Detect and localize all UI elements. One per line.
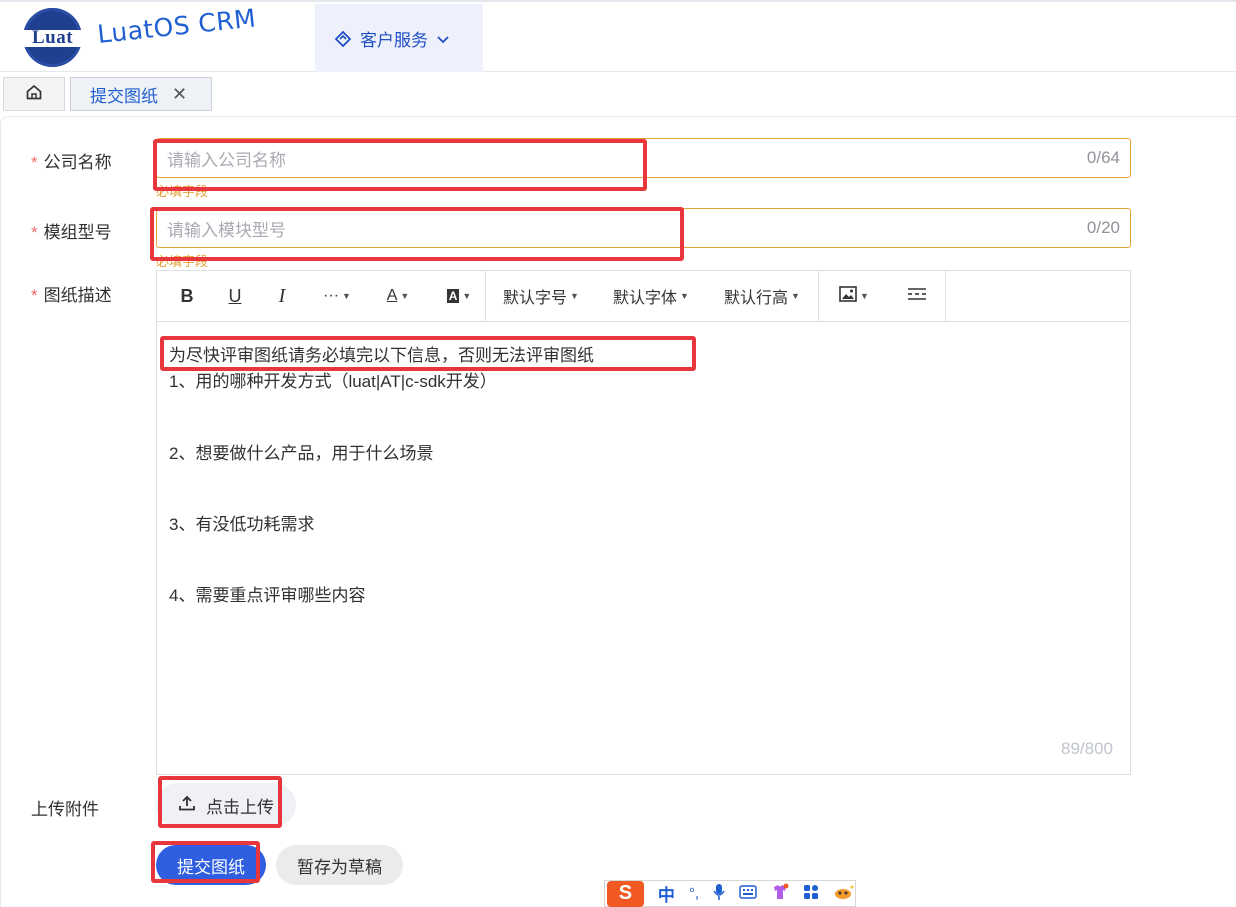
editor-line-5: 4、需要重点评审哪些内容 [169, 586, 366, 605]
keyboard-icon[interactable] [739, 884, 757, 903]
upload-icon [178, 794, 196, 817]
tab-bar: 提交图纸 ✕ [0, 72, 1236, 116]
description-label: * 图纸描述 [31, 286, 112, 305]
more-styles-button[interactable]: ··· ▼ [311, 271, 363, 322]
divider-button[interactable] [889, 271, 945, 322]
customer-service-label: 客户服务 [360, 31, 428, 50]
company-name-count: 0/64 [1086, 148, 1120, 167]
background-color-button[interactable]: A ▼ [433, 271, 485, 322]
tab-home[interactable] [3, 77, 65, 111]
logo-text: Luat [31, 27, 74, 48]
editor-line-4: 3、有没低功耗需求 [169, 515, 315, 534]
editor-line-3: 2、想要做什么产品，用于什么场景 [169, 444, 434, 463]
font-color-label: A [386, 287, 398, 304]
customer-service-menu[interactable]: 客户服务 [315, 4, 483, 73]
line-height-label: 默认行高 [724, 290, 789, 307]
skin-icon[interactable] [771, 883, 789, 905]
chevron-down-icon [436, 32, 450, 46]
save-draft-button[interactable]: 暂存为草稿 [276, 845, 403, 885]
apps-icon[interactable] [803, 884, 819, 904]
bold-button[interactable]: B [157, 271, 217, 322]
insert-image-button[interactable]: ▼ [819, 271, 889, 322]
luat-logo: Luat [23, 8, 82, 67]
model-label: * 模组型号 [31, 223, 112, 242]
font-size-label: 默认字号 [503, 290, 568, 307]
tab-submit-drawing-label: 提交图纸 [90, 86, 158, 106]
model-input[interactable]: 请输入模块型号 0/20 [156, 208, 1131, 248]
company-name-placeholder: 请输入公司名称 [167, 150, 286, 170]
upload-button-label: 点击上传 [206, 797, 274, 817]
editor-line-1: 为尽快评审图纸请务必填完以下信息，否则无法评审图纸 [169, 346, 594, 365]
tab-submit-drawing[interactable]: 提交图纸 ✕ [70, 77, 212, 111]
font-size-select[interactable]: 默认字号 ▼ [486, 271, 596, 322]
sogou-logo[interactable]: S [607, 880, 644, 907]
italic-button[interactable]: I [253, 271, 311, 322]
line-height-select[interactable]: 默认行高 ▼ [706, 271, 818, 322]
brand-crm: CRM [188, 3, 258, 40]
diamond-icon [334, 30, 352, 48]
image-icon [839, 285, 857, 307]
app-header: Luat LuatOS CRM 客户服务 [0, 0, 1236, 73]
editor-line-2: 1、用的哪种开发方式（luat|AT|c-sdk开发） [169, 372, 497, 391]
close-icon[interactable]: ✕ [172, 85, 187, 103]
upload-button[interactable]: 点击上传 [156, 783, 296, 827]
home-icon [25, 83, 43, 106]
ime-punctuation-toggle[interactable]: °, [689, 885, 699, 902]
font-family-label: 默认字体 [613, 290, 678, 307]
brand-title: LuatOS CRM [96, 4, 258, 49]
rich-text-editor: B U I ··· ▼ A ▼ A ▼ 默认字号 ▼ 默认字体 ▼ 默认行高 ▼ ▼ 为尽快… [156, 270, 1131, 775]
company-name-input[interactable]: 请输入公司名称 0/64 [156, 138, 1131, 178]
company-name-label: * 公司名称 [31, 153, 112, 172]
more-label: ··· [323, 287, 340, 304]
brand-luat: Luat [95, 14, 156, 50]
submit-drawing-button[interactable]: 提交图纸 [156, 845, 266, 885]
underline-button[interactable]: U [217, 271, 253, 322]
company-name-error: 必填字段 [156, 184, 209, 199]
mascot-icon[interactable] [833, 884, 855, 904]
brand-os: OS [152, 10, 192, 44]
model-placeholder: 请输入模块型号 [167, 220, 286, 240]
attachment-label: 上传附件 [31, 800, 99, 819]
mic-icon[interactable] [713, 883, 725, 905]
model-error: 必填字段 [156, 254, 209, 269]
ime-toolbar: S 中 °, [604, 880, 856, 907]
description-count: 89/800 [1061, 739, 1113, 758]
font-color-button[interactable]: A ▼ [363, 271, 433, 322]
bg-color-label: A [446, 289, 460, 303]
font-family-select[interactable]: 默认字体 ▼ [596, 271, 706, 322]
editor-toolbar: B U I ··· ▼ A ▼ A ▼ 默认字号 ▼ 默认字体 ▼ 默认行高 ▼ ▼ [157, 270, 1130, 322]
ime-language-toggle[interactable]: 中 [658, 881, 675, 906]
model-count: 0/20 [1086, 218, 1120, 237]
divider-icon [907, 287, 927, 306]
